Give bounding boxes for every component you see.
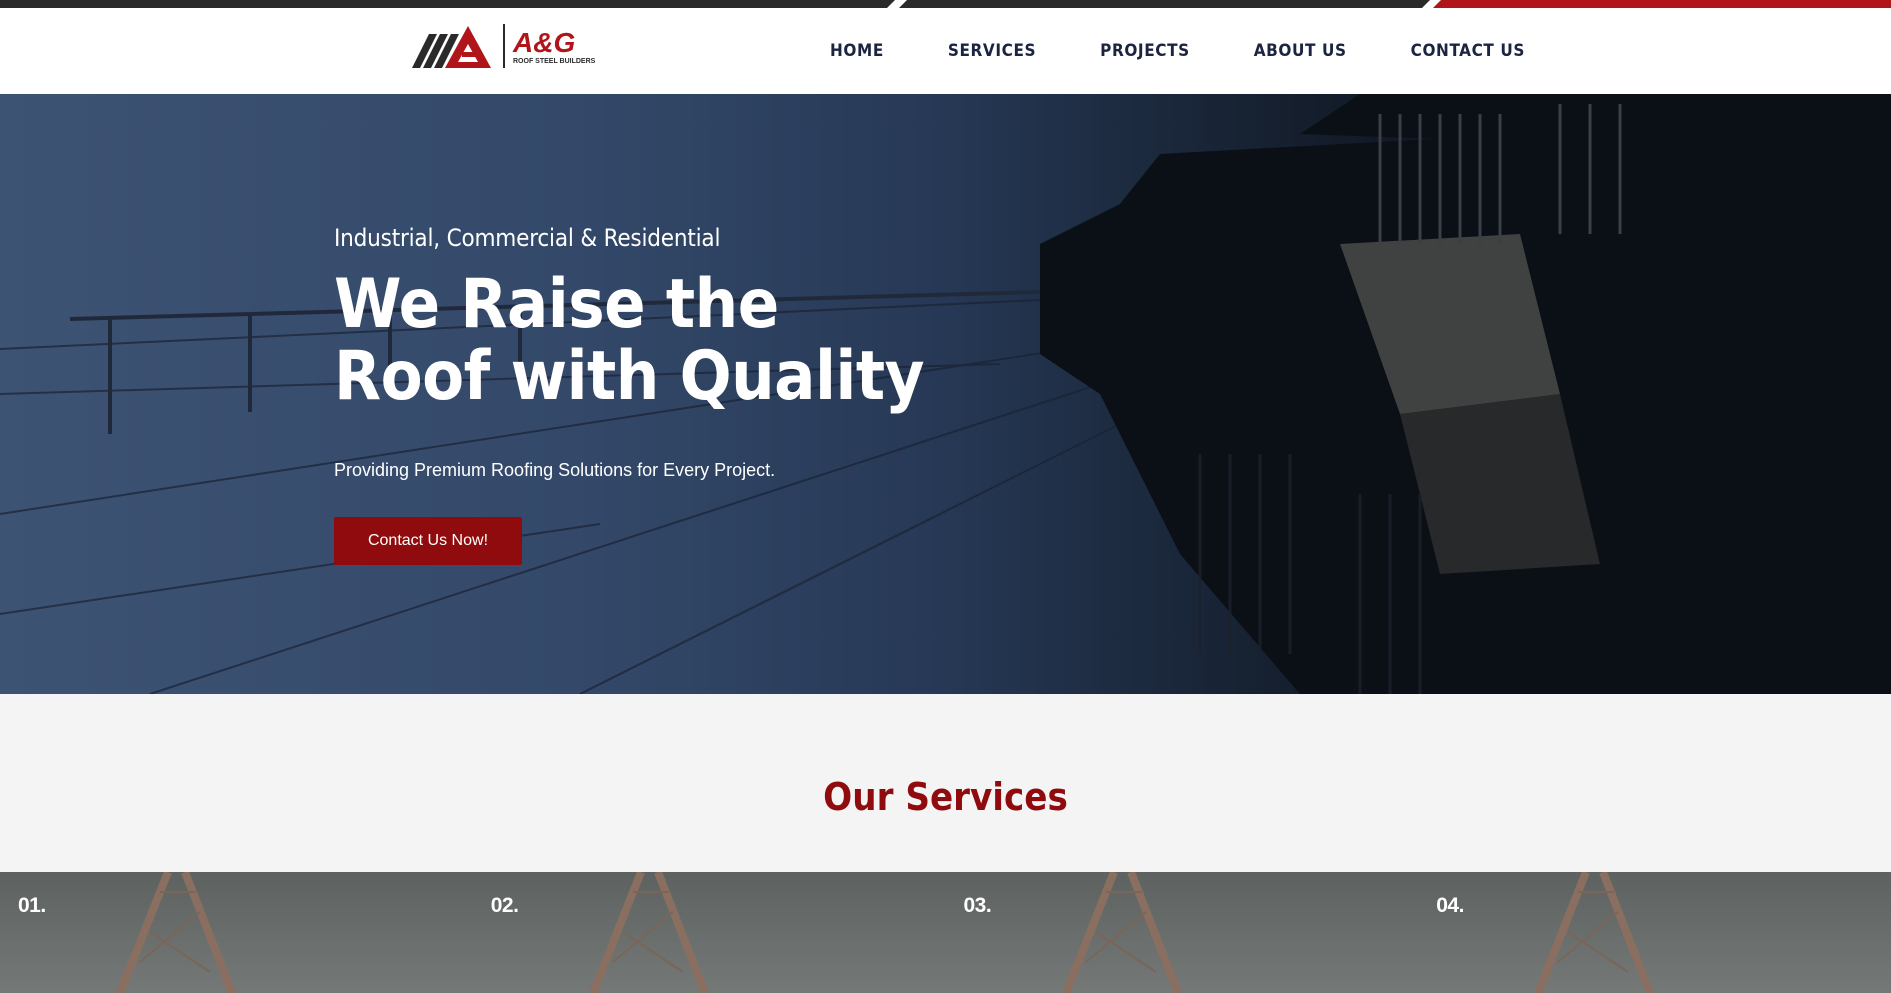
- nav-about-us[interactable]: ABOUT US: [1254, 41, 1347, 61]
- service-card[interactable]: 01.: [0, 872, 473, 993]
- service-number: 01.: [18, 894, 46, 917]
- service-card[interactable]: 03.: [945, 872, 1419, 993]
- service-card[interactable]: 04.: [1418, 872, 1891, 993]
- service-number: 03.: [963, 894, 992, 917]
- service-card-image: [589, 872, 709, 993]
- services-grid: 01. 02. 03. 04.: [0, 872, 1891, 993]
- hero-section: Industrial, Commercial & Residential We …: [0, 94, 1891, 694]
- service-card-image: [1534, 872, 1654, 993]
- logo-text: A&G: [512, 27, 575, 58]
- service-card-image: [116, 872, 236, 993]
- main-nav: HOME SERVICES PROJECTS ABOUT US CONTACT …: [830, 8, 1525, 94]
- service-number: 04.: [1436, 894, 1464, 917]
- nav-projects[interactable]: PROJECTS: [1100, 41, 1190, 61]
- brand-logo[interactable]: A&G ROOF STEEL BUILDERS: [412, 22, 617, 72]
- hero-title: We Raise the Roof with Quality: [334, 265, 925, 416]
- logo-tagline: ROOF STEEL BUILDERS: [513, 58, 596, 65]
- top-accent-stripe: [0, 0, 1891, 8]
- nav-contact-us[interactable]: CONTACT US: [1411, 41, 1525, 61]
- service-card[interactable]: 02.: [472, 872, 946, 993]
- service-number: 02.: [490, 894, 519, 917]
- contact-us-now-button[interactable]: Contact Us Now!: [334, 517, 522, 565]
- site-header: A&G ROOF STEEL BUILDERS HOME SERVICES PR…: [0, 8, 1891, 94]
- hero-description: Providing Premium Roofing Solutions for …: [334, 460, 776, 480]
- service-card-image: [1061, 872, 1182, 993]
- nav-home[interactable]: HOME: [830, 41, 884, 61]
- services-heading: Our Services: [823, 775, 1068, 819]
- hero-subtitle: Industrial, Commercial & Residential: [334, 224, 721, 252]
- nav-services[interactable]: SERVICES: [948, 41, 1036, 61]
